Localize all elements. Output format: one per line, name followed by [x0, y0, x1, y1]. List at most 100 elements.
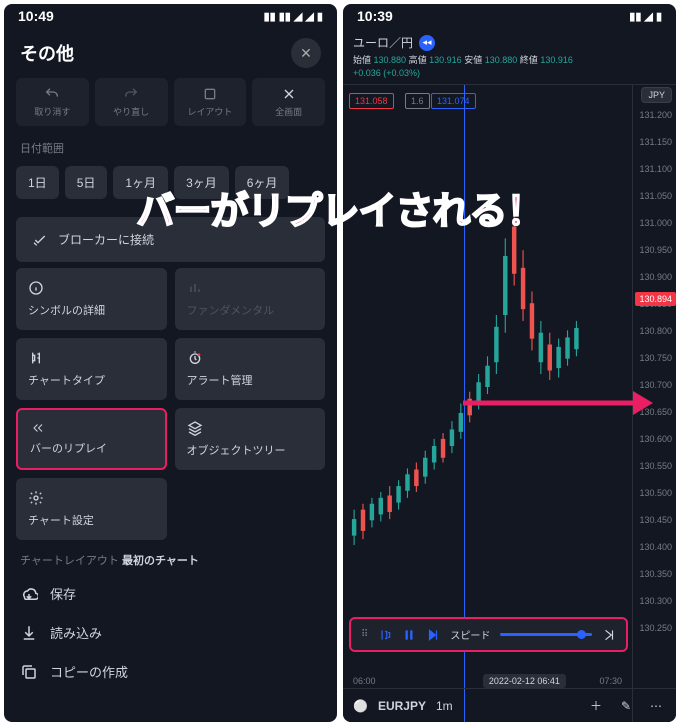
- price-tick: 130.250: [639, 623, 672, 633]
- phone-left: 10:49 ▮▮ ▮▮ ◢ ◢ ▮ その他 ✕ 取り消す やり直し レイアウト …: [4, 4, 337, 722]
- jump-end-icon[interactable]: [602, 628, 616, 642]
- alert-manage-button[interactable]: アラート管理: [175, 338, 326, 400]
- load-item[interactable]: 読み込み: [20, 613, 321, 652]
- layout-button[interactable]: レイアウト: [174, 78, 247, 126]
- price-tick: 130.750: [639, 353, 672, 363]
- bars-icon: [187, 280, 203, 296]
- price-tick: 130.400: [639, 542, 672, 552]
- fullscreen-label: 全画面: [275, 105, 302, 118]
- copy-item[interactable]: コピーの作成: [20, 652, 321, 691]
- step-forward-icon[interactable]: [426, 628, 440, 642]
- status-bar: 10:39 ▮▮ ◢ ▮: [343, 4, 676, 28]
- pause-icon[interactable]: [402, 628, 416, 642]
- ohlc-row: 始値 130.880 高値 130.916 安値 130.880 終値 130.…: [353, 53, 666, 66]
- drag-icon[interactable]: ⠿: [361, 629, 368, 640]
- symbol-label[interactable]: EURJPY: [378, 699, 426, 713]
- undo-icon: [44, 86, 60, 102]
- page-header: その他 ✕: [4, 28, 337, 78]
- cloud-icon: [20, 585, 38, 603]
- copy-icon: [20, 663, 38, 681]
- fundamental-button[interactable]: ファンダメンタル: [175, 268, 326, 330]
- price-tick: 131.050: [639, 191, 672, 201]
- label: 保存: [50, 584, 76, 603]
- time-tick: 07:30: [599, 676, 622, 686]
- alert-icon: [187, 350, 203, 366]
- undo-label: 取り消す: [34, 105, 70, 118]
- label: オブジェクトツリー: [187, 442, 314, 458]
- chip-1m[interactable]: 1ヶ月: [113, 166, 168, 199]
- chip-1d[interactable]: 1日: [16, 166, 59, 199]
- price-tick: 130.300: [639, 596, 672, 606]
- chart-settings-button[interactable]: チャート設定: [16, 478, 167, 540]
- price-tick: 130.500: [639, 488, 672, 498]
- label: バーのリプレイ: [30, 440, 153, 456]
- close-button[interactable]: ✕: [291, 38, 321, 68]
- redo-label: やり直し: [113, 105, 149, 118]
- label: チャートタイプ: [28, 372, 155, 388]
- layers-icon: [187, 420, 203, 436]
- undo-button[interactable]: 取り消す: [16, 78, 89, 126]
- price-tick: 130.700: [639, 380, 672, 390]
- close-icon: ✕: [300, 45, 312, 62]
- jump-start-icon[interactable]: [378, 628, 392, 642]
- price-tick: 130.900: [639, 272, 672, 282]
- speed-slider[interactable]: [500, 633, 592, 636]
- currency-selector[interactable]: JPY: [641, 87, 672, 103]
- time: 10:39: [357, 8, 393, 24]
- price-tick: 131.000: [639, 218, 672, 228]
- price-tick: 130.350: [639, 569, 672, 579]
- change-row: +0.036 (+0.03%): [353, 68, 666, 78]
- label: ファンダメンタル: [187, 302, 314, 318]
- date-range-label: 日付範囲: [4, 136, 337, 160]
- object-tree-button[interactable]: オブジェクトツリー: [175, 408, 326, 470]
- more-icon[interactable]: ⋯: [646, 699, 666, 713]
- page-title: その他: [20, 40, 74, 66]
- price-tick: 130.950: [639, 245, 672, 255]
- fullscreen-icon: [281, 86, 297, 102]
- save-item[interactable]: 保存: [20, 574, 321, 613]
- price-tick: 131.150: [639, 137, 672, 147]
- ask-badge: 131.074: [431, 93, 476, 109]
- price-tick: 130.800: [639, 326, 672, 336]
- add-icon[interactable]: ＋: [586, 697, 606, 714]
- phone-right: 10:39 ▮▮ ◢ ▮ ユーロ／円 ◂◂ 始値 130.880 高値 130.…: [343, 4, 676, 722]
- bottom-bar: ⚪ EURJPY 1m ＋ ✎ ⋯: [343, 688, 676, 722]
- bar-replay-button[interactable]: バーのリプレイ: [16, 408, 167, 470]
- timeframe-label[interactable]: 1m: [436, 699, 453, 713]
- symbol-details-button[interactable]: シンボルの詳細: [16, 268, 167, 330]
- download-icon: [20, 624, 38, 642]
- label: チャート設定: [28, 512, 155, 528]
- slider-thumb[interactable]: [577, 630, 586, 639]
- chip-6m[interactable]: 6ヶ月: [235, 166, 290, 199]
- draw-icon[interactable]: ✎: [616, 699, 636, 713]
- chart-area[interactable]: 131.058 1.6 131.074: [343, 85, 676, 722]
- price-tick: 131.100: [639, 164, 672, 174]
- redo-button[interactable]: やり直し: [95, 78, 168, 126]
- candles-icon: [28, 350, 44, 366]
- symbol-row: ユーロ／円 ◂◂: [353, 34, 666, 51]
- fullscreen-button[interactable]: 全画面: [252, 78, 325, 126]
- symbol-name[interactable]: ユーロ／円: [353, 34, 413, 51]
- info-icon: [28, 280, 44, 296]
- replay-control-bar: ⠿ スピード: [349, 617, 628, 652]
- redo-icon: [123, 86, 139, 102]
- price-axis[interactable]: JPY 131.200 131.150 131.100 131.050 131.000 1…: [632, 85, 676, 722]
- spread-badge: 1.6: [405, 93, 430, 109]
- price-tick: 130.450: [639, 515, 672, 525]
- connect-broker-button[interactable]: ブローカーに接続: [16, 217, 325, 262]
- connect-label: ブローカーに接続: [58, 231, 154, 248]
- section-label: チャートレイアウト 最初のチャート: [20, 552, 321, 568]
- chip-5d[interactable]: 5日: [65, 166, 108, 199]
- chart-layout-section: チャートレイアウト 最初のチャート 保存 読み込み コピーの作成: [4, 552, 337, 691]
- bid-badge: 131.058: [349, 93, 394, 109]
- feature-grid: シンボルの詳細 ファンダメンタル チャートタイプ アラート管理 バーのリプレイ …: [4, 268, 337, 540]
- chart-type-button[interactable]: チャートタイプ: [16, 338, 167, 400]
- chip-3m[interactable]: 3ヶ月: [174, 166, 229, 199]
- replay-active-icon[interactable]: ◂◂: [419, 35, 435, 51]
- label: シンボルの詳細: [28, 302, 155, 318]
- date-range-chips: 1日 5日 1ヶ月 3ヶ月 6ヶ月: [4, 160, 337, 211]
- price-tick: 131.200: [639, 110, 672, 120]
- status-bar: 10:49 ▮▮ ▮▮ ◢ ◢ ▮: [4, 4, 337, 28]
- time-tick: 06:00: [353, 676, 376, 686]
- time-badge: 2022-02-12 06:41: [483, 674, 566, 688]
